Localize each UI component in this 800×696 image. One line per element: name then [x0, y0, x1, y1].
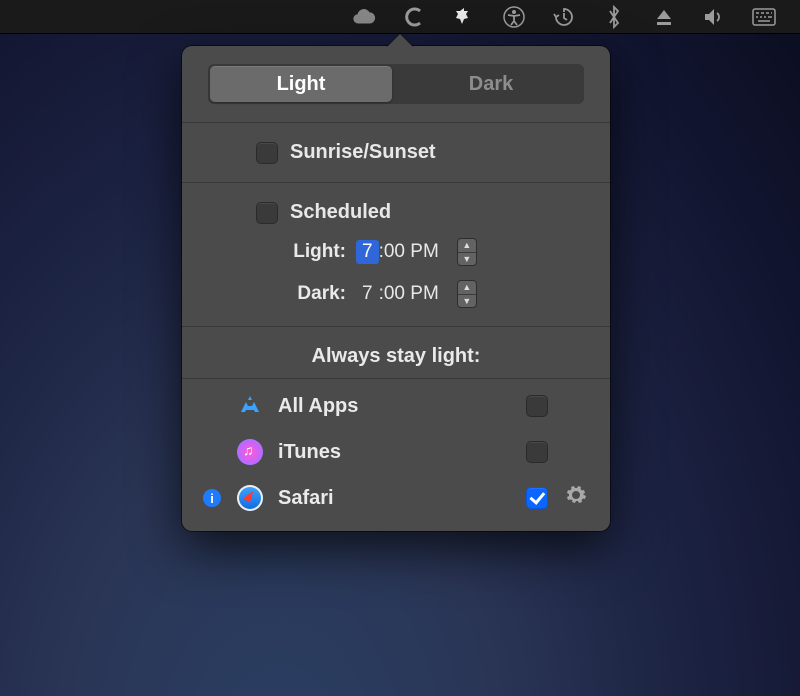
- gear-icon[interactable]: [566, 485, 586, 511]
- accessibility-icon[interactable]: [502, 5, 526, 29]
- stepper-down-icon[interactable]: ▼: [458, 253, 476, 266]
- eject-icon[interactable]: [652, 5, 676, 29]
- trailing-slot: [562, 485, 590, 511]
- scheduled-section: Scheduled Light: 7:00 PM ▲ ▼ Dark: 7:00 …: [182, 183, 610, 326]
- always-stay-light-list: All Apps iTunes i Safari: [182, 379, 610, 521]
- app-checkbox-itunes[interactable]: [526, 441, 548, 463]
- stepper-up-icon[interactable]: ▲: [458, 281, 476, 295]
- schedule-dark-label: Dark:: [282, 283, 346, 305]
- keyboard-viewer-icon[interactable]: [752, 5, 776, 29]
- safari-icon: [236, 484, 264, 512]
- time-machine-icon[interactable]: [552, 5, 576, 29]
- popover-arrow: [386, 34, 414, 48]
- schedule-light-row: Light: 7:00 PM ▲ ▼: [208, 238, 584, 266]
- app-row-all-apps: All Apps: [202, 383, 590, 429]
- stepper-down-icon[interactable]: ▼: [458, 295, 476, 308]
- c-app-icon[interactable]: [402, 5, 426, 29]
- scheduled-checkbox[interactable]: [256, 202, 278, 224]
- sunrise-checkbox[interactable]: [256, 142, 278, 164]
- schedule-dark-row: Dark: 7:00 PM ▲ ▼: [208, 280, 584, 308]
- app-name: All Apps: [278, 395, 512, 418]
- info-icon[interactable]: i: [203, 489, 221, 507]
- schedule-dark-rest[interactable]: :00 PM: [379, 283, 439, 305]
- appearance-segmented: Light Dark: [208, 64, 584, 104]
- creative-cloud-icon[interactable]: [352, 5, 376, 29]
- schedule-dark-hour[interactable]: 7: [356, 282, 379, 306]
- app-row-safari: i Safari: [202, 475, 590, 521]
- schedule-dark-time[interactable]: 7:00 PM: [356, 282, 439, 306]
- app-name: iTunes: [278, 441, 512, 464]
- app-checkbox-all-apps[interactable]: [526, 395, 548, 417]
- itunes-icon: [236, 438, 264, 466]
- lead-slot: i: [202, 489, 222, 507]
- sunrise-option-section: Sunrise/Sunset: [182, 123, 610, 182]
- bluetooth-icon[interactable]: [602, 5, 626, 29]
- always-stay-light-header: Always stay light:: [182, 327, 610, 378]
- scheduled-row: Scheduled: [208, 201, 584, 224]
- appstore-icon: [236, 392, 264, 420]
- popover-panel: Light Dark Sunrise/Sunset Scheduled Ligh…: [182, 46, 610, 531]
- macos-menubar: [0, 0, 800, 34]
- segment-light[interactable]: Light: [210, 66, 392, 102]
- schedule-light-hour[interactable]: 7: [356, 240, 379, 264]
- app-checkbox-safari[interactable]: [526, 487, 548, 509]
- stepper-up-icon[interactable]: ▲: [458, 239, 476, 253]
- segment-dark[interactable]: Dark: [400, 66, 582, 102]
- scheduled-label: Scheduled: [290, 201, 391, 224]
- sunrise-row: Sunrise/Sunset: [208, 141, 584, 164]
- appearance-segmented-section: Light Dark: [182, 46, 610, 122]
- schedule-light-label: Light:: [282, 241, 346, 263]
- sunrise-label: Sunrise/Sunset: [290, 141, 436, 164]
- schedule-light-rest[interactable]: :00 PM: [379, 241, 439, 263]
- app-name: Safari: [278, 487, 512, 510]
- volume-icon[interactable]: [702, 5, 726, 29]
- schedule-dark-stepper[interactable]: ▲ ▼: [457, 280, 477, 308]
- app-row-itunes: iTunes: [202, 429, 590, 475]
- schedule-light-time[interactable]: 7:00 PM: [356, 240, 439, 264]
- schedule-light-stepper[interactable]: ▲ ▼: [457, 238, 477, 266]
- nightowl-icon[interactable]: [452, 5, 476, 29]
